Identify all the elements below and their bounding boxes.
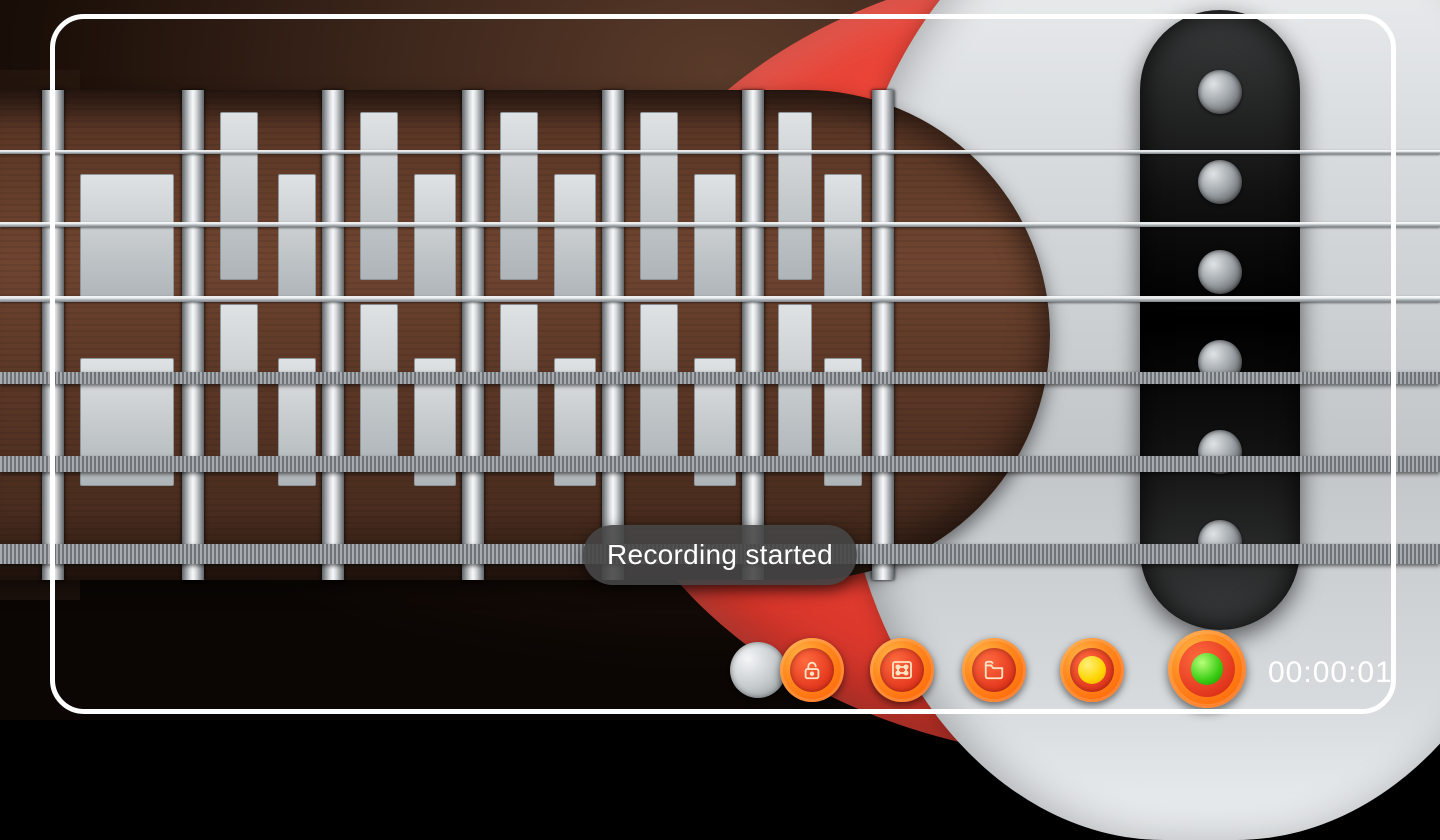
lock-icon — [790, 648, 834, 692]
string-4[interactable] — [0, 372, 1440, 384]
fret-inlay — [640, 112, 678, 280]
pickup-pole — [1198, 70, 1242, 114]
fret[interactable] — [872, 90, 894, 580]
fret[interactable] — [742, 90, 764, 580]
fret-inlay — [360, 112, 398, 280]
string-5[interactable] — [0, 456, 1440, 472]
fret-inlay — [278, 174, 316, 302]
fret-inlay — [500, 304, 538, 472]
toast-text: Recording started — [607, 539, 833, 570]
record-small-button[interactable] — [1060, 638, 1124, 702]
lock-button[interactable] — [780, 638, 844, 702]
fret-inlay — [80, 174, 174, 302]
tuner-button[interactable] — [870, 638, 934, 702]
fret-inlay — [694, 174, 736, 302]
recordings-folder-button[interactable] — [962, 638, 1026, 702]
record-icon — [1179, 641, 1235, 697]
bass-pickup — [1140, 10, 1300, 630]
fret[interactable] — [182, 90, 204, 580]
fret-inlay — [414, 174, 456, 302]
record-indicator-icon — [1070, 648, 1114, 692]
fret-inlay — [500, 112, 538, 280]
fret-inlay — [778, 112, 812, 280]
recording-timer: 00:00:01 — [1268, 656, 1393, 690]
fret-inlay — [220, 112, 258, 280]
fret-inlay — [640, 304, 678, 472]
string-2[interactable] — [0, 222, 1440, 227]
fretboard[interactable] — [0, 90, 1050, 580]
fret-inlay — [360, 304, 398, 472]
fret[interactable] — [462, 90, 484, 580]
fret[interactable] — [42, 90, 64, 580]
fret-inlay — [824, 174, 862, 302]
fret-inlay — [220, 304, 258, 472]
tuner-icon — [880, 648, 924, 692]
volume-knob[interactable] — [730, 642, 786, 698]
fret-inlay — [554, 174, 596, 302]
fret[interactable] — [602, 90, 624, 580]
fret-inlay — [778, 304, 812, 472]
pickup-pole — [1198, 250, 1242, 294]
pickup-pole — [1198, 160, 1242, 204]
string-1[interactable] — [0, 150, 1440, 154]
fret[interactable] — [322, 90, 344, 580]
app-stage: Recording started 00:00:01 — [0, 0, 1440, 720]
record-button[interactable] — [1168, 630, 1246, 708]
folder-icon — [972, 648, 1016, 692]
toast-recording-started: Recording started — [583, 525, 857, 585]
string-3[interactable] — [0, 296, 1440, 302]
